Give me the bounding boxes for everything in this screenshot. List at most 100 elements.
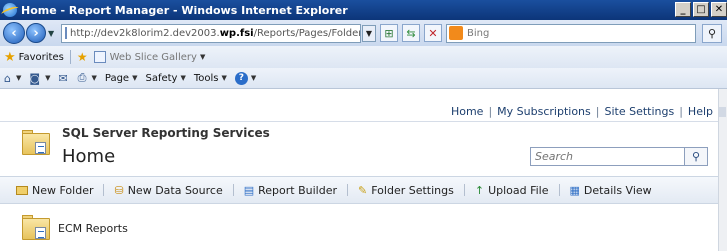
new-data-source-label: New Data Source [127, 183, 223, 197]
print-button[interactable]: ⎙ ▼ [78, 71, 97, 85]
upload-arrow-icon: ↑ [474, 183, 485, 197]
refresh-icon[interactable]: ⇆ [402, 24, 420, 42]
report-builder-icon: ▤ [243, 183, 255, 197]
link-separator: | [595, 105, 600, 118]
bing-logo-icon [449, 26, 463, 40]
home-button[interactable]: ⌂ ▼ [4, 72, 21, 85]
list-item[interactable]: ECM Reports [22, 215, 128, 241]
home-link[interactable]: Home [451, 105, 483, 118]
page-menu[interactable]: Page ▼ [105, 73, 138, 84]
minimize-button[interactable]: _ [675, 2, 691, 17]
chevron-down-icon: ▼ [180, 74, 186, 82]
page-title: Home [62, 146, 116, 167]
details-view-label: Details View [583, 183, 652, 197]
print-icon: ⎙ [77, 71, 87, 84]
address-prefix: http://dev2k8lorim2.dev2003. [70, 27, 220, 39]
feeds-button[interactable]: ◙ ▼ [29, 72, 50, 85]
data-source-icon: ⛁ [114, 183, 124, 197]
folder-icon [22, 215, 52, 241]
upload-file-button[interactable]: ↑ Upload File [475, 184, 549, 197]
forward-button[interactable]: › [26, 23, 46, 43]
close-window-button[interactable]: ✕ [711, 2, 727, 17]
address-suffix: /Reports/Pages/Folder.as [253, 27, 361, 39]
navigation-bar: ‹ › ▼ http://dev2k8lorim2.dev2003. wp.fsi… [0, 20, 727, 46]
help-icon: ? [234, 71, 248, 85]
safety-menu-label: Safety [145, 72, 178, 84]
safety-menu[interactable]: Safety ▼ [145, 73, 185, 84]
add-to-favorites-icon[interactable]: ★ [77, 50, 88, 64]
history-dropdown-icon[interactable]: ▼ [48, 29, 58, 38]
tools-menu[interactable]: Tools ▼ [194, 73, 227, 84]
top-links: Home | My Subscriptions | Site Settings … [451, 105, 713, 118]
site-settings-link[interactable]: Site Settings [604, 105, 674, 118]
mail-icon: ✉ [58, 71, 68, 85]
details-view-button[interactable]: ▦ Details View [570, 184, 652, 197]
report-toolbar: New Folder ⛁ New Data Source ▤ Report Bu… [0, 176, 718, 204]
maximize-button[interactable]: □ [693, 2, 709, 17]
magnifier-icon: ⚲ [691, 150, 701, 163]
favorites-button[interactable]: Favorites [19, 52, 64, 63]
folder-settings-label: Folder Settings [371, 183, 454, 197]
browser-search-button[interactable]: ⚲ [702, 23, 722, 43]
help-link[interactable]: Help [688, 105, 713, 118]
favorites-star-icon: ★ [4, 49, 16, 65]
report-builder-label: Report Builder [258, 183, 338, 197]
chevron-down-icon: ▼ [45, 74, 51, 82]
page-icon [65, 27, 67, 39]
window-controls: _ □ ✕ [675, 2, 727, 17]
product-name: SQL Server Reporting Services [62, 126, 270, 140]
chevron-down-icon: ▼ [132, 74, 138, 82]
search-button[interactable]: ⚲ [685, 147, 708, 166]
tools-menu-label: Tools [193, 72, 219, 84]
window-titlebar: Home - Report Manager - Windows Internet… [0, 0, 727, 20]
favorites-separator [69, 50, 71, 64]
compatibility-view-icon[interactable]: ⊞ [380, 24, 398, 42]
report-doc-icon [35, 142, 46, 154]
chevron-down-icon: ▼ [221, 74, 227, 82]
address-bar[interactable]: http://dev2k8lorim2.dev2003. wp.fsi/Repor… [61, 23, 361, 43]
stop-icon[interactable]: ✕ [424, 24, 442, 42]
feeds-icon: ◙ [29, 71, 41, 85]
web-slice-icon [93, 51, 106, 63]
favorites-bar: ★ Favorites ★ Web Slice Gallery ▼ [0, 46, 727, 68]
report-builder-button[interactable]: ▤ Report Builder [244, 184, 337, 197]
chevron-down-icon[interactable]: ▼ [200, 53, 205, 61]
chevron-down-icon: ▼ [15, 74, 22, 82]
my-subscriptions-link[interactable]: My Subscriptions [497, 105, 591, 118]
header-divider [0, 121, 718, 122]
back-button[interactable]: ‹ [3, 22, 25, 44]
upload-file-label: Upload File [488, 183, 549, 197]
link-separator: | [679, 105, 683, 118]
browser-search-placeholder: Bing [467, 27, 490, 39]
new-data-source-button[interactable]: ⛁ New Data Source [114, 184, 222, 197]
vertical-scrollbar[interactable] [718, 89, 727, 251]
details-view-icon: ▦ [569, 183, 580, 197]
command-bar: ⌂ ▼ ◙ ▼ ✉ ⎙ ▼ Page ▼ Safety ▼ Tools ▼ ? ▼ [0, 68, 727, 89]
address-host: wp.fsi [219, 27, 254, 39]
scrollbar-thumb[interactable] [719, 107, 726, 117]
folder-settings-button[interactable]: ✎ Folder Settings [358, 184, 454, 197]
address-dropdown-button[interactable]: ▼ [362, 24, 376, 42]
item-name-link[interactable]: ECM Reports [58, 222, 128, 235]
toolbar-separator [232, 184, 234, 196]
toolbar-separator [463, 184, 465, 196]
report-search: ⚲ [530, 147, 708, 166]
browser-search-box[interactable]: Bing [446, 23, 696, 43]
page-menu-label: Page [104, 72, 130, 84]
web-slice-gallery-link[interactable]: Web Slice Gallery [110, 52, 197, 63]
chevron-down-icon: ▼ [250, 74, 257, 82]
help-menu[interactable]: ? ▼ [234, 71, 257, 85]
ie-logo-icon [3, 3, 17, 17]
search-input[interactable] [530, 147, 685, 166]
window-title: Home - Report Manager - Windows Internet… [21, 3, 348, 17]
mail-button[interactable]: ✉ [58, 72, 69, 85]
link-separator: | [488, 105, 493, 118]
new-folder-icon [16, 185, 28, 195]
chevron-down-icon: ▼ [91, 74, 97, 82]
new-folder-button[interactable]: New Folder [16, 184, 93, 197]
folder-icon [22, 130, 52, 156]
toolbar-separator [103, 184, 105, 196]
toolbar-separator [347, 184, 349, 196]
new-folder-label: New Folder [32, 183, 94, 197]
toolbar-separator [558, 184, 560, 196]
